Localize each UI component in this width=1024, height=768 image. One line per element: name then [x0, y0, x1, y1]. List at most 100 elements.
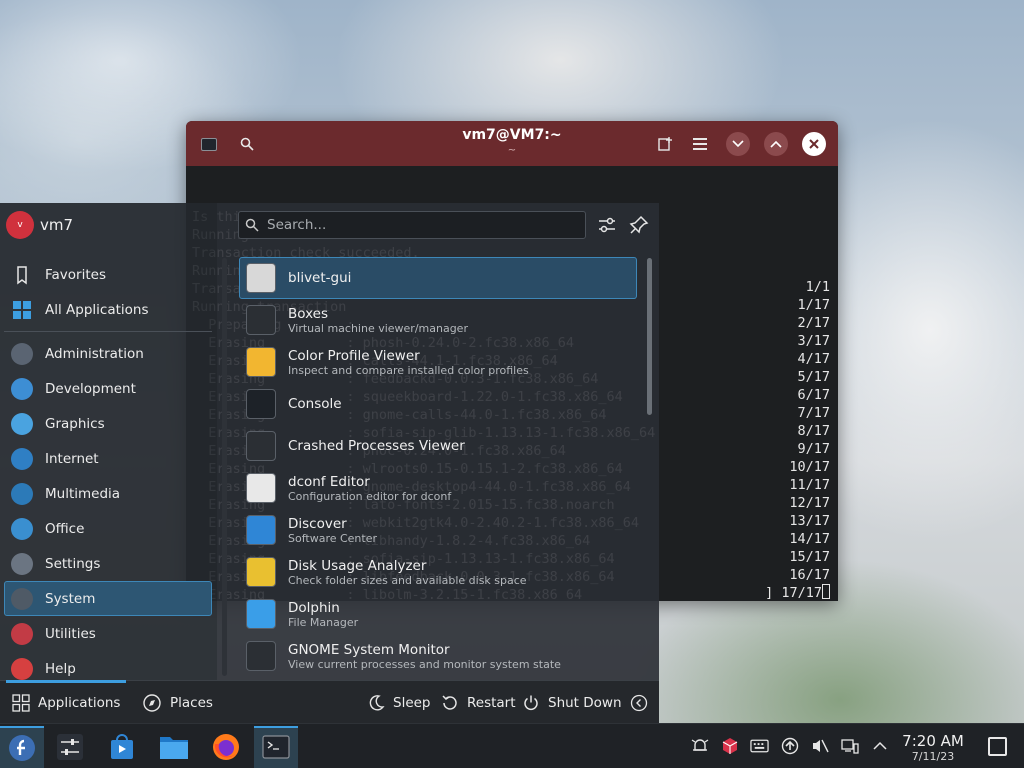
- pin-button[interactable]: [627, 213, 651, 237]
- app-description: View current processes and monitor syste…: [288, 657, 561, 671]
- category-development[interactable]: Development: [4, 371, 212, 406]
- multimedia-icon: [11, 482, 33, 505]
- crash-viewer-icon: [246, 431, 276, 461]
- app-name: Dolphin: [288, 599, 340, 616]
- app-item[interactable]: blivet-gui: [239, 257, 637, 299]
- category-graphics[interactable]: Graphics: [4, 406, 212, 441]
- category-label: Office: [45, 520, 85, 537]
- app-item[interactable]: dconf Editor Configuration editor for dco…: [239, 467, 637, 509]
- maximize-button[interactable]: [764, 132, 788, 156]
- utilities-icon: [11, 622, 33, 645]
- network-wired-icon[interactable]: [840, 736, 859, 755]
- app-item[interactable]: Dolphin File Manager: [239, 593, 637, 635]
- category-internet[interactable]: Internet: [4, 441, 212, 476]
- progress-count: 1/1: [805, 279, 830, 295]
- taskbar-console[interactable]: [254, 726, 298, 768]
- progress-count: 9/17: [797, 441, 830, 457]
- progress-count: 11/17: [789, 477, 830, 493]
- new-tab-icon[interactable]: [654, 133, 676, 155]
- app-name: Discover: [288, 515, 347, 532]
- folder-icon: [160, 737, 188, 759]
- pin-icon: [629, 215, 649, 234]
- console-icon: [246, 389, 276, 419]
- taskbar: 7:20 AM 7/11/23: [0, 723, 1024, 768]
- app-item[interactable]: Boxes Virtual machine viewer/manager: [239, 299, 637, 341]
- shutdown-button[interactable]: Shut Down: [522, 681, 622, 724]
- app-list-scrollbar[interactable]: [647, 258, 652, 415]
- search-input[interactable]: Search...: [238, 211, 586, 239]
- app-name: Console: [288, 396, 342, 412]
- power-icon: [524, 695, 538, 710]
- discover-icon: [246, 515, 276, 545]
- avatar[interactable]: v: [6, 211, 34, 239]
- filter-settings-button[interactable]: [595, 213, 619, 237]
- category-label: Internet: [45, 450, 99, 467]
- dolphin-icon: [246, 599, 276, 629]
- chevron-up-icon[interactable]: [870, 736, 889, 755]
- discover-icon: [111, 734, 133, 759]
- progress-count: 13/17: [789, 513, 830, 529]
- clock-date: 7/11/23: [911, 750, 955, 763]
- username: vm7: [40, 216, 74, 234]
- taskbar-firefox[interactable]: [204, 726, 248, 768]
- keyboard-icon[interactable]: [750, 736, 769, 755]
- progress-count: 14/17: [789, 531, 830, 547]
- app-item[interactable]: Crashed Processes Viewer: [239, 425, 637, 467]
- progress-count: 12/17: [789, 495, 830, 511]
- app-name: Color Profile Viewer: [288, 347, 420, 364]
- minimize-button[interactable]: [726, 132, 750, 156]
- clock[interactable]: 7:20 AM 7/11/23: [898, 732, 968, 763]
- clock-time: 7:20 AM: [902, 732, 964, 750]
- category-system[interactable]: System: [4, 581, 212, 616]
- fedora-launcher-button[interactable]: [0, 726, 44, 768]
- tab-places[interactable]: Places: [142, 681, 213, 724]
- user-profile[interactable]: v vm7: [6, 211, 73, 239]
- sleep-button[interactable]: Sleep: [367, 681, 431, 724]
- tab-applications[interactable]: Applications: [6, 680, 127, 724]
- chevron-left-icon: [630, 694, 648, 711]
- category-utilities[interactable]: Utilities: [4, 616, 212, 651]
- terminal-cursor: [822, 584, 830, 599]
- progress-count: 8/17: [797, 423, 830, 439]
- taskbar-discover[interactable]: [100, 726, 144, 768]
- volume-muted-icon[interactable]: [810, 736, 829, 755]
- blivet-gui-icon: [246, 263, 276, 293]
- show-desktop-button[interactable]: [988, 737, 1007, 756]
- search-icon: [245, 218, 259, 232]
- taskbar-system-settings[interactable]: [48, 726, 92, 768]
- package-updates-icon[interactable]: [720, 736, 739, 755]
- app-item[interactable]: Console: [239, 383, 637, 425]
- app-item[interactable]: Disk Usage Analyzer Check folder sizes an…: [239, 551, 637, 593]
- color-profile-icon: [246, 347, 276, 377]
- close-button[interactable]: [802, 132, 826, 156]
- terminal-titlebar[interactable]: vm7@VM7:~ ~: [186, 121, 838, 166]
- help-icon: [11, 657, 33, 680]
- restart-button[interactable]: Restart: [441, 681, 516, 724]
- category-favorites[interactable]: Favorites: [4, 257, 212, 292]
- system-monitor-icon: [246, 641, 276, 671]
- category-all-applications[interactable]: All Applications: [4, 292, 212, 327]
- category-multimedia[interactable]: Multimedia: [4, 476, 212, 511]
- category-settings[interactable]: Settings: [4, 546, 212, 581]
- launcher-sidebar: v vm7 Favorites All Applications Adminis…: [0, 203, 227, 680]
- more-actions-button[interactable]: [630, 681, 648, 724]
- console-icon: [262, 735, 290, 759]
- app-item[interactable]: GNOME System Monitor View current process…: [239, 635, 637, 677]
- system-tray: [690, 736, 889, 755]
- application-launcher[interactable]: v vm7 Favorites All Applications Adminis…: [0, 203, 659, 723]
- taskbar-dolphin[interactable]: [152, 726, 196, 768]
- app-item[interactable]: Color Profile Viewer Inspect and compare …: [239, 341, 637, 383]
- notifications-icon[interactable]: [690, 736, 709, 755]
- category-administration[interactable]: Administration: [4, 336, 212, 371]
- hamburger-menu-icon[interactable]: [690, 133, 712, 155]
- development-icon: [11, 377, 33, 400]
- app-item[interactable]: Discover Software Center: [239, 509, 637, 551]
- app-name: dconf Editor: [288, 473, 370, 490]
- category-office[interactable]: Office: [4, 511, 212, 546]
- category-label: System: [45, 590, 96, 607]
- close-icon: [809, 139, 819, 149]
- update-available-icon[interactable]: [780, 736, 799, 755]
- progress-count: 10/17: [789, 459, 830, 475]
- dconf-icon: [246, 473, 276, 503]
- app-description: Inspect and compare installed color prof…: [288, 363, 529, 377]
